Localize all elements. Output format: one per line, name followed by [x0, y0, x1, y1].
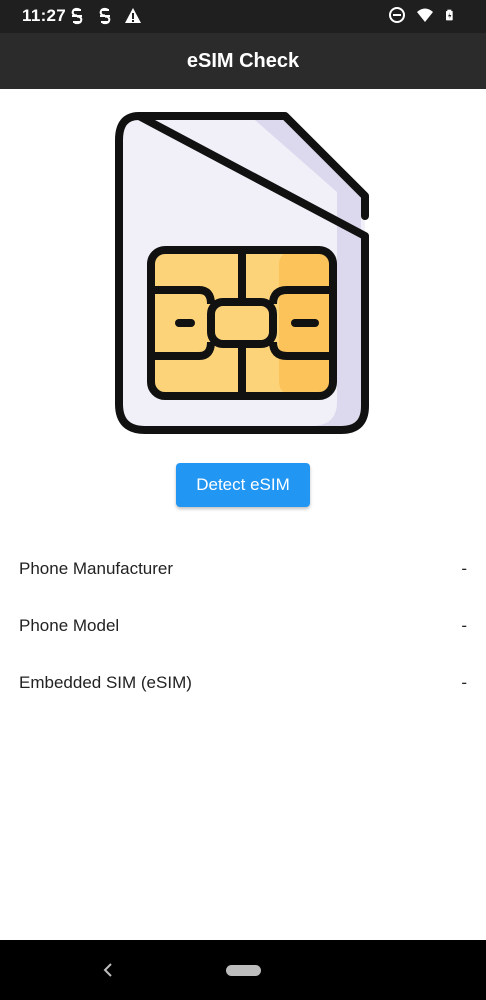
do-not-disturb-icon — [389, 7, 405, 23]
sim-card-icon — [115, 112, 369, 434]
sync-s-icon — [71, 7, 83, 25]
warning-icon — [125, 8, 141, 23]
app-title: eSIM Check — [186, 49, 300, 72]
info-value: - — [461, 615, 467, 635]
info-label: Phone Manufacturer — [19, 558, 174, 578]
battery-icon — [446, 9, 453, 21]
screen: 11:27 eSIM Check Detect eSIM Phone Manuf… — [0, 0, 486, 1000]
app-bar: eSIM Check — [0, 33, 486, 89]
sync-s-icon — [99, 7, 111, 25]
info-label: Embedded SIM (eSIM) — [19, 672, 192, 692]
back-icon[interactable] — [100, 960, 116, 980]
info-row-manufacturer: Phone Manufacturer - — [0, 540, 486, 597]
info-value: - — [461, 558, 467, 578]
info-value: - — [461, 672, 467, 692]
info-label: Phone Model — [19, 615, 120, 635]
status-time: 11:27 — [22, 6, 67, 25]
info-row-esim: Embedded SIM (eSIM) - — [0, 654, 486, 711]
detect-esim-button[interactable]: Detect eSIM — [176, 463, 310, 507]
wifi-icon — [417, 8, 433, 22]
status-right-icons — [388, 6, 456, 24]
info-row-model: Phone Model - — [0, 597, 486, 654]
info-list: Phone Manufacturer - Phone Model - Embed… — [0, 540, 486, 711]
home-pill-icon[interactable] — [226, 965, 261, 976]
status-left-icons — [68, 7, 142, 25]
nav-bar — [0, 940, 486, 1000]
status-bar: 11:27 — [0, 0, 486, 33]
